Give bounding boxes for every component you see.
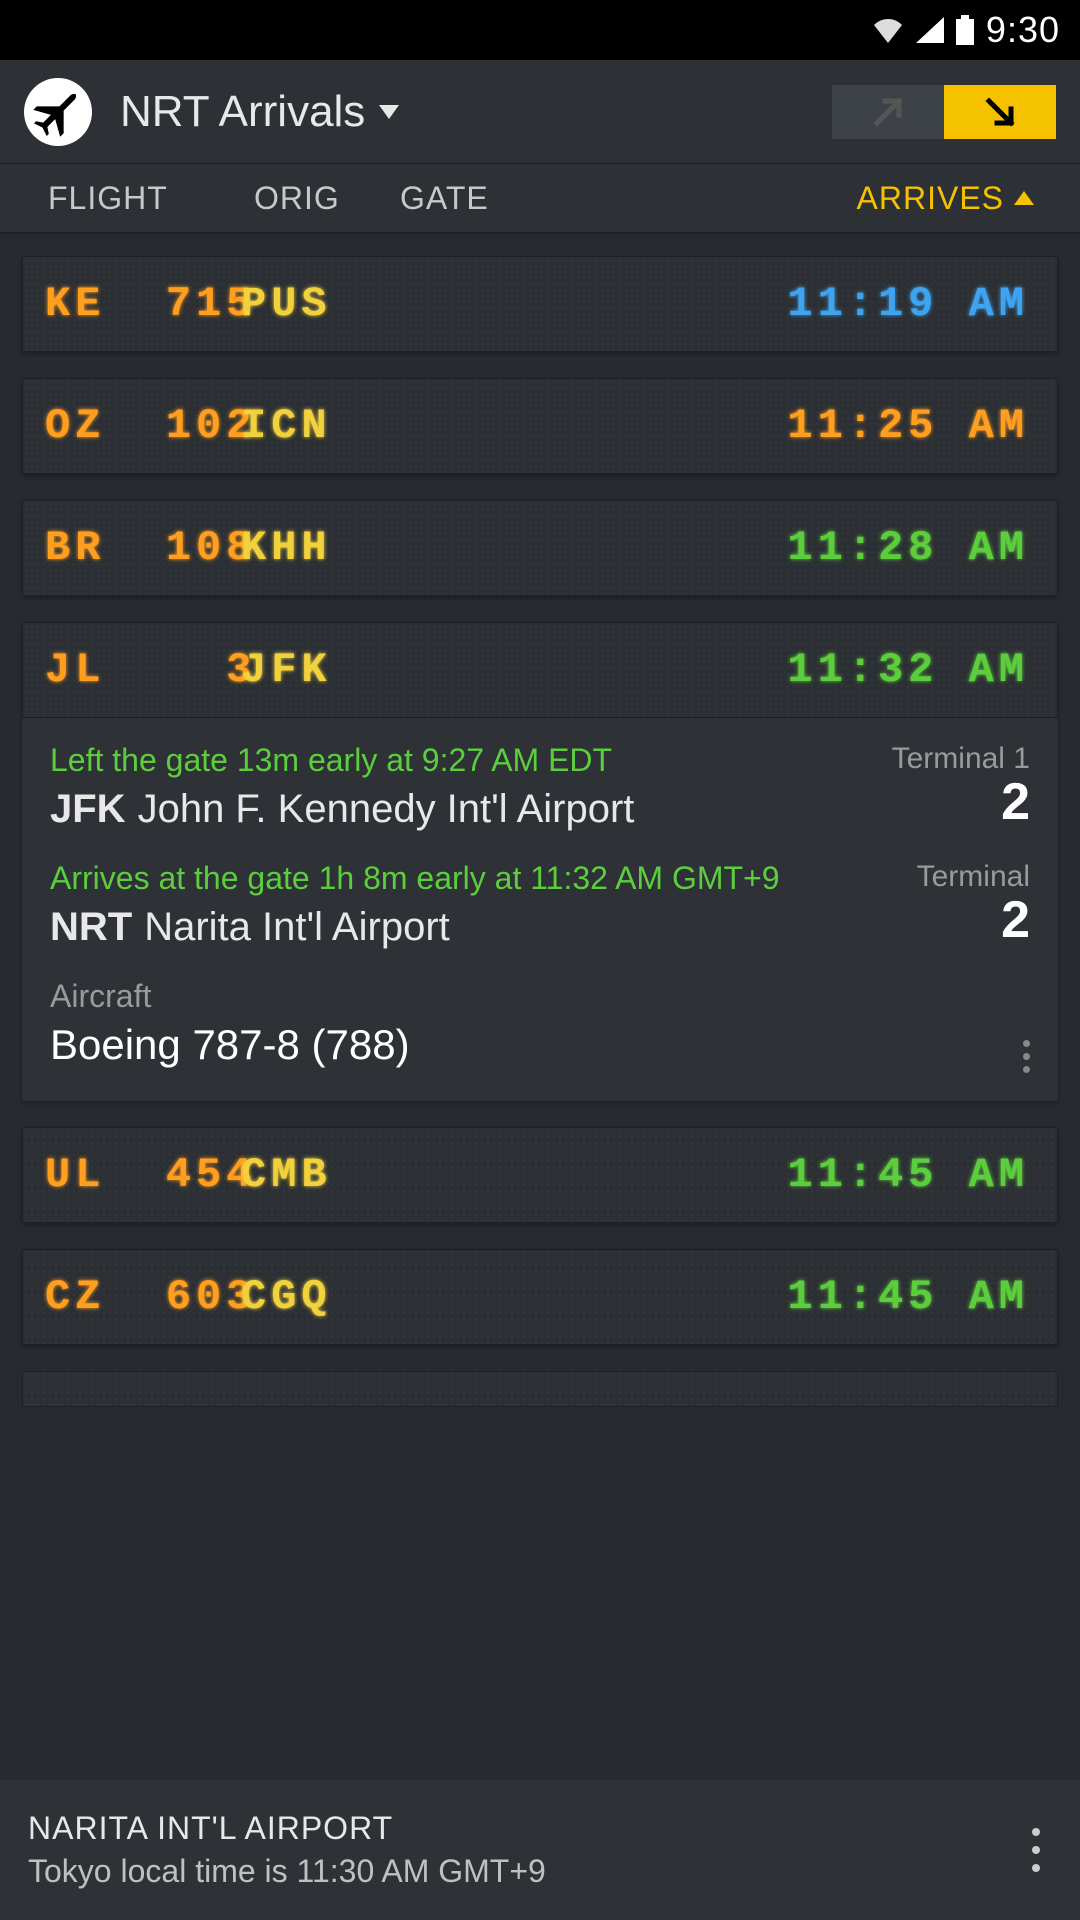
arrival-airport: NRTNarita Int'l Airport	[50, 905, 1030, 950]
flight-origin: PUS	[241, 280, 381, 328]
airplane-icon[interactable]	[24, 78, 92, 146]
aircraft-name: Boeing 787-8 (788)	[50, 1021, 1030, 1069]
battery-icon	[956, 15, 974, 45]
flight-details: Left the gate 13m early at 9:27 AM EDT J…	[22, 718, 1058, 1101]
flight-number: UL 454	[45, 1151, 241, 1199]
board-selector[interactable]: NRT Arrivals	[120, 87, 804, 137]
board-title: NRT Arrivals	[120, 87, 365, 137]
chevron-down-icon	[379, 105, 399, 119]
arrival-terminal: Terminal 2	[917, 860, 1030, 946]
departure-status: Left the gate 13m early at 9:27 AM EDT	[50, 742, 1030, 779]
aircraft-label: Aircraft	[50, 978, 1030, 1015]
footer-bar: NARITA INT'L AIRPORT Tokyo local time is…	[0, 1780, 1080, 1920]
local-time: Tokyo local time is 11:30 AM GMT+9	[28, 1853, 546, 1890]
flight-time: 11:45 AM	[787, 1151, 1029, 1199]
col-flight[interactable]: FLIGHT	[48, 180, 254, 217]
airport-name: NARITA INT'L AIRPORT	[28, 1810, 546, 1847]
col-gate[interactable]: GATE	[400, 180, 546, 217]
flight-number: KE 715	[45, 280, 241, 328]
flight-row[interactable]: OZ 102 ICN 11:25 AM	[22, 378, 1058, 474]
departures-button[interactable]	[832, 85, 944, 139]
col-orig[interactable]: ORIG	[254, 180, 400, 217]
col-arrives-label: ARRIVES	[857, 180, 1004, 217]
departure-info: Left the gate 13m early at 9:27 AM EDT J…	[50, 742, 1030, 832]
flight-row[interactable]: CZ 603 CGQ 11:45 AM	[22, 1249, 1058, 1345]
departure-airport: JFKJohn F. Kennedy Int'l Airport	[50, 787, 1030, 832]
arrival-info: Arrives at the gate 1h 8m early at 11:32…	[50, 860, 1030, 950]
flight-number: BR 108	[45, 524, 241, 572]
sort-ascending-icon	[1014, 191, 1034, 205]
flight-number: JL 3	[45, 646, 241, 694]
column-header: FLIGHT ORIG GATE ARRIVES	[0, 164, 1080, 234]
flight-number: OZ 102	[45, 402, 241, 450]
direction-toggle	[832, 85, 1056, 139]
flight-origin: ICN	[241, 402, 381, 450]
more-options-icon[interactable]	[1023, 1040, 1030, 1073]
flight-row[interactable]: KE 715 PUS 11:19 AM	[22, 256, 1058, 352]
aircraft-info: Aircraft Boeing 787-8 (788)	[50, 978, 1030, 1069]
flight-row[interactable]: JL 3 JFK 11:32 AM	[22, 622, 1058, 718]
clock-text: 9:30	[986, 9, 1060, 51]
flight-time: 11:32 AM	[787, 646, 1029, 694]
flight-origin: CGQ	[241, 1273, 381, 1321]
departure-terminal: Terminal 1 2	[892, 742, 1030, 828]
flight-origin: CMB	[241, 1151, 381, 1199]
overflow-menu-icon[interactable]	[1032, 1828, 1040, 1872]
flight-row-partial[interactable]	[22, 1371, 1058, 1407]
status-bar: 9:30	[0, 0, 1080, 60]
flight-origin: KHH	[241, 524, 381, 572]
arrivals-button[interactable]	[944, 85, 1056, 139]
flight-time: 11:28 AM	[787, 524, 1029, 572]
arrival-status: Arrives at the gate 1h 8m early at 11:32…	[50, 860, 1030, 897]
flight-time: 11:19 AM	[787, 280, 1029, 328]
footer-text: NARITA INT'L AIRPORT Tokyo local time is…	[28, 1810, 546, 1890]
flight-row[interactable]: BR 108 KHH 11:28 AM	[22, 500, 1058, 596]
app-header: NRT Arrivals	[0, 60, 1080, 164]
flight-time: 11:45 AM	[787, 1273, 1029, 1321]
col-arrives[interactable]: ARRIVES	[857, 180, 1034, 217]
flight-board[interactable]: KE 715 PUS 11:19 AM OZ 102 ICN 11:25 AM …	[0, 234, 1080, 1780]
flight-row[interactable]: UL 454 CMB 11:45 AM	[22, 1127, 1058, 1223]
flight-origin: JFK	[241, 646, 381, 694]
wifi-icon	[872, 17, 904, 43]
signal-icon	[916, 17, 944, 43]
flight-number: CZ 603	[45, 1273, 241, 1321]
flight-time: 11:25 AM	[787, 402, 1029, 450]
